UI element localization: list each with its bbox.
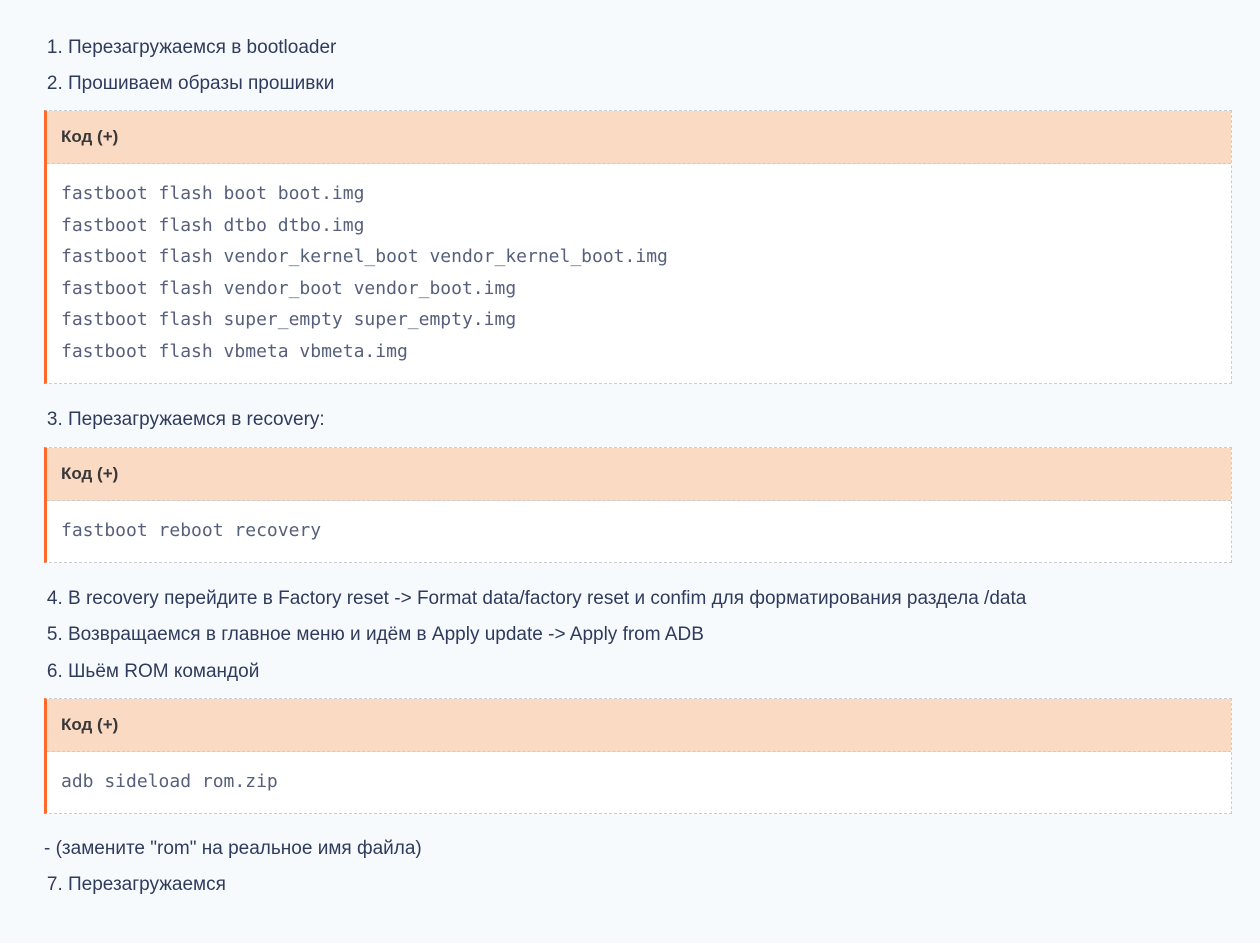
step-5: Возвращаемся в главное меню и идём в App…: [68, 617, 1232, 653]
step-6-text: Шьём ROM командой: [68, 661, 259, 682]
code-body-flash: fastboot flash boot boot.img fastboot fl…: [47, 164, 1231, 383]
code-body-reboot: fastboot reboot recovery: [47, 501, 1231, 563]
step-4-text: В recovery перейдите в Factory reset -> …: [68, 588, 1026, 609]
code-header[interactable]: Код (+): [47, 111, 1231, 164]
step-5-text: Возвращаемся в главное меню и идём в App…: [68, 624, 704, 645]
step-3: Перезагружаемся в recovery: Код (+) fast…: [68, 402, 1232, 563]
step-6-note: - (замените "rom" на реальное имя файла): [44, 832, 1232, 866]
step-3-text: Перезагружаемся в recovery:: [68, 409, 325, 430]
step-7: Перезагружаемся: [68, 867, 1232, 903]
code-header[interactable]: Код (+): [47, 448, 1231, 501]
code-body-sideload: adb sideload rom.zip: [47, 752, 1231, 814]
code-block-flash: Код (+) fastboot flash boot boot.img fas…: [44, 110, 1232, 384]
step-6: Шьём ROM командой Код (+) adb sideload r…: [68, 654, 1232, 867]
step-7-text: Перезагружаемся: [68, 874, 226, 895]
steps-list: Перезагружаемся в bootloader Прошиваем о…: [28, 30, 1232, 903]
step-4: В recovery перейдите в Factory reset -> …: [68, 581, 1232, 617]
code-header[interactable]: Код (+): [47, 699, 1231, 752]
code-block-reboot: Код (+) fastboot reboot recovery: [44, 447, 1232, 564]
instruction-document: Перезагружаемся в bootloader Прошиваем о…: [0, 0, 1260, 943]
step-1-text: Перезагружаемся в bootloader: [68, 37, 336, 58]
step-1: Перезагружаемся в bootloader: [68, 30, 1232, 66]
step-2-text: Прошиваем образы прошивки: [68, 73, 334, 94]
step-2: Прошиваем образы прошивки Код (+) fastbo…: [68, 66, 1232, 384]
code-block-sideload: Код (+) adb sideload rom.zip: [44, 698, 1232, 815]
